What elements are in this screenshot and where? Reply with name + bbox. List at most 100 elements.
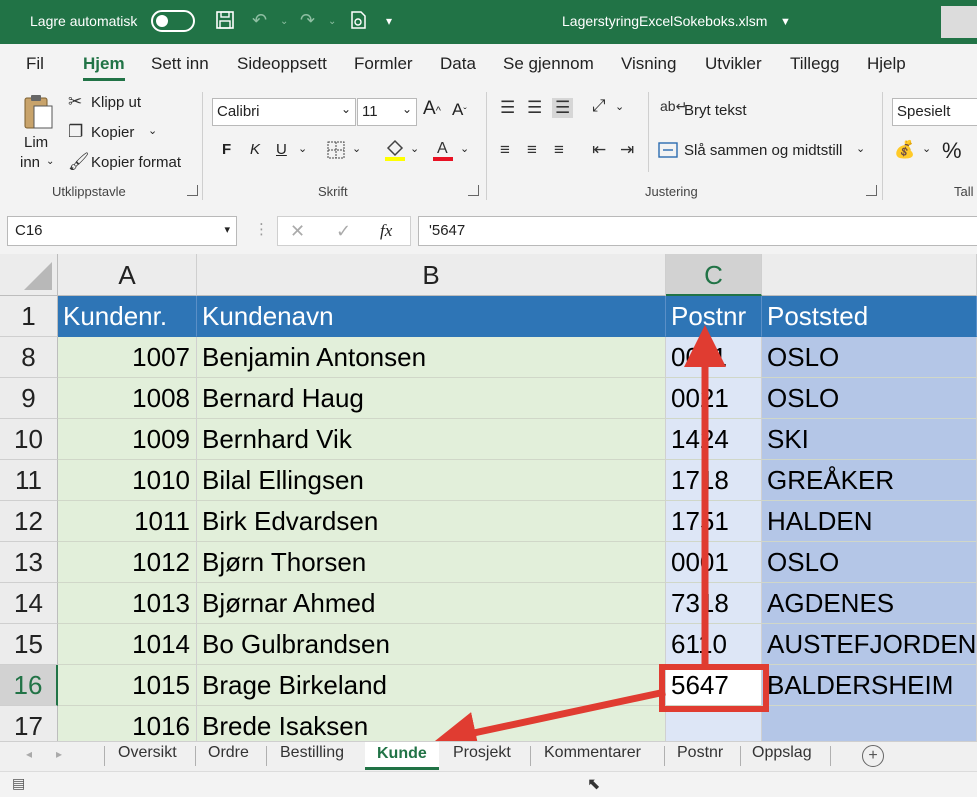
tab-tillegg[interactable]: Tillegg xyxy=(790,54,839,74)
sheet-tab-oppslag[interactable]: Oppslag xyxy=(752,744,812,762)
status-bar: ▤ ⬉ xyxy=(0,771,977,797)
orientation-dropdown-icon[interactable]: ⌄ xyxy=(615,100,624,113)
align-left-icon[interactable]: ≡ xyxy=(500,140,510,160)
more-options-icon: ⋮ xyxy=(254,221,269,238)
percent-button[interactable]: % xyxy=(942,138,962,164)
merge-dropdown-icon[interactable]: ⌄ xyxy=(856,142,865,155)
scroll-left-icon[interactable]: ◂ xyxy=(26,747,32,761)
enter-icon[interactable]: ✓ xyxy=(336,221,351,242)
insert-function-button[interactable]: fx xyxy=(380,221,392,241)
autosave-toggle[interactable] xyxy=(151,10,195,32)
number-format-box[interactable]: Spesielt xyxy=(892,98,977,126)
print-preview-icon[interactable] xyxy=(348,10,368,35)
wrap-text-button[interactable]: Bryt tekst xyxy=(684,102,747,119)
tab-data[interactable]: Data xyxy=(440,54,476,74)
fill-color-dropdown-icon[interactable]: ⌄ xyxy=(410,142,419,155)
tab-fil[interactable]: Fil xyxy=(26,54,44,74)
alignment-launcher-icon[interactable] xyxy=(866,185,877,196)
redo-dropdown-icon[interactable]: ⌄ xyxy=(328,16,336,27)
copy-dropdown-icon[interactable]: ⌄ xyxy=(148,124,157,137)
merge-center-icon[interactable] xyxy=(658,140,678,165)
undo-icon[interactable]: ↶ xyxy=(252,10,267,31)
align-right-icon[interactable]: ≡ xyxy=(554,140,564,160)
file-name: LagerstyringExcelSokeboks.xlsm xyxy=(562,13,768,29)
paste-dropdown-icon[interactable]: ⌄ xyxy=(46,156,54,167)
sheet-tab-kunde[interactable]: Kunde xyxy=(365,742,439,770)
sheet-tab-postnr[interactable]: Postnr xyxy=(677,744,723,762)
tab-se-gjennom[interactable]: Se gjennom xyxy=(503,54,594,74)
increase-indent-icon[interactable]: ⇥ xyxy=(620,140,634,160)
font-color-icon[interactable]: A xyxy=(432,138,454,167)
group-separator xyxy=(882,92,883,200)
tab-visning[interactable]: Visning xyxy=(621,54,676,74)
add-sheet-icon[interactable]: + xyxy=(862,745,884,767)
clipboard-launcher-icon[interactable] xyxy=(187,185,198,196)
worksheet-grid[interactable]: A B C 1 Kundenr. Kundenavn Postnr Poststed 8 1… xyxy=(0,254,977,747)
font-name-box[interactable]: Calibri ⌄ xyxy=(212,98,356,126)
borders-dropdown-icon[interactable]: ⌄ xyxy=(352,142,361,155)
cut-button[interactable]: Klipp ut xyxy=(91,94,141,111)
tab-sett-inn[interactable]: Sett inn xyxy=(151,54,209,74)
underline-dropdown-icon[interactable]: ⌄ xyxy=(298,142,307,155)
tab-utvikler[interactable]: Utvikler xyxy=(705,54,762,74)
sheet-tab-prosjekt[interactable]: Prosjekt xyxy=(453,744,511,762)
title-bar: Lagre automatisk ↶ ⌄ ↷ ⌄ ▾ LagerstyringE… xyxy=(0,0,977,44)
save-icon[interactable] xyxy=(215,10,235,35)
align-middle-icon[interactable]: ☰ xyxy=(527,98,542,118)
font-size-box[interactable]: 11 ⌄ xyxy=(357,98,417,126)
chevron-down-icon: ▾ xyxy=(224,224,230,236)
tab-sideoppsett[interactable]: Sideoppsett xyxy=(237,54,327,74)
accounting-dropdown-icon[interactable]: ⌄ xyxy=(922,142,931,155)
bold-button[interactable]: F xyxy=(222,141,231,158)
tab-formler[interactable]: Formler xyxy=(354,54,413,74)
customize-toolbar-icon[interactable]: ▾ xyxy=(386,14,392,28)
macro-record-icon[interactable]: ▤ xyxy=(12,775,25,792)
sheet-tab-ordre[interactable]: Ordre xyxy=(208,744,249,762)
borders-icon[interactable] xyxy=(326,140,346,165)
undo-dropdown-icon[interactable]: ⌄ xyxy=(280,16,288,27)
formula-buttons: ✕ ✓ fx xyxy=(277,216,411,246)
cut-icon[interactable]: ✂ xyxy=(68,92,82,112)
decrease-indent-icon[interactable]: ⇤ xyxy=(592,140,606,160)
tab-hjem[interactable]: Hjem xyxy=(83,54,125,81)
file-name-dropdown-icon[interactable]: ▼ xyxy=(780,16,791,28)
paste-label-1[interactable]: Lim xyxy=(24,134,48,151)
tab-hjelp[interactable]: Hjelp xyxy=(867,54,906,74)
formula-input[interactable]: '5647 xyxy=(418,216,977,246)
align-bottom-icon[interactable]: ☰ xyxy=(552,98,574,118)
cancel-icon[interactable]: ✕ xyxy=(290,221,305,242)
format-painter-icon[interactable]: 🖌 xyxy=(68,152,90,172)
name-box-value: C16 xyxy=(15,222,43,239)
font-launcher-icon[interactable] xyxy=(468,185,479,196)
align-top-icon[interactable]: ☰ xyxy=(500,98,515,118)
paste-icon[interactable] xyxy=(22,92,54,137)
fill-color-icon[interactable] xyxy=(384,138,406,167)
shrink-font-icon[interactable]: Aˇ xyxy=(452,100,467,120)
account-area[interactable] xyxy=(941,6,977,38)
copy-icon[interactable]: ❐ xyxy=(68,122,83,142)
scroll-right-icon[interactable]: ▸ xyxy=(56,747,62,761)
font-group-label: Skrift xyxy=(318,184,348,199)
name-box[interactable]: C16 ▾ xyxy=(7,216,237,246)
sheet-tab-kommentarer[interactable]: Kommentarer xyxy=(544,744,641,762)
orientation-icon[interactable]: ⤢ xyxy=(592,96,606,116)
tab-divider xyxy=(195,746,196,766)
group-separator xyxy=(648,92,649,172)
format-painter-button[interactable]: Kopier format xyxy=(91,154,181,171)
accounting-format-icon[interactable]: 💰 xyxy=(894,140,915,160)
align-center-icon[interactable]: ≡ xyxy=(527,140,537,160)
autosave-label: Lagre automatisk xyxy=(30,13,138,29)
grow-font-icon[interactable]: A^ xyxy=(423,98,441,120)
paste-label-2[interactable]: inn xyxy=(20,154,40,171)
sheet-tab-bestilling[interactable]: Bestilling xyxy=(280,744,344,762)
tab-divider xyxy=(664,746,665,766)
redo-icon[interactable]: ↷ xyxy=(300,10,315,31)
tab-divider xyxy=(266,746,267,766)
sheet-tab-oversikt[interactable]: Oversikt xyxy=(118,744,177,762)
merge-center-button[interactable]: Slå sammen og midtstill xyxy=(684,142,842,159)
italic-button[interactable]: K xyxy=(250,141,260,158)
underline-button[interactable]: U xyxy=(276,141,287,158)
copy-button[interactable]: Kopier xyxy=(91,124,134,141)
ribbon: Lim inn ⌄ ✂ Klipp ut ❐ Kopier ⌄ 🖌 Kopier… xyxy=(0,84,977,207)
font-color-dropdown-icon[interactable]: ⌄ xyxy=(460,142,469,155)
